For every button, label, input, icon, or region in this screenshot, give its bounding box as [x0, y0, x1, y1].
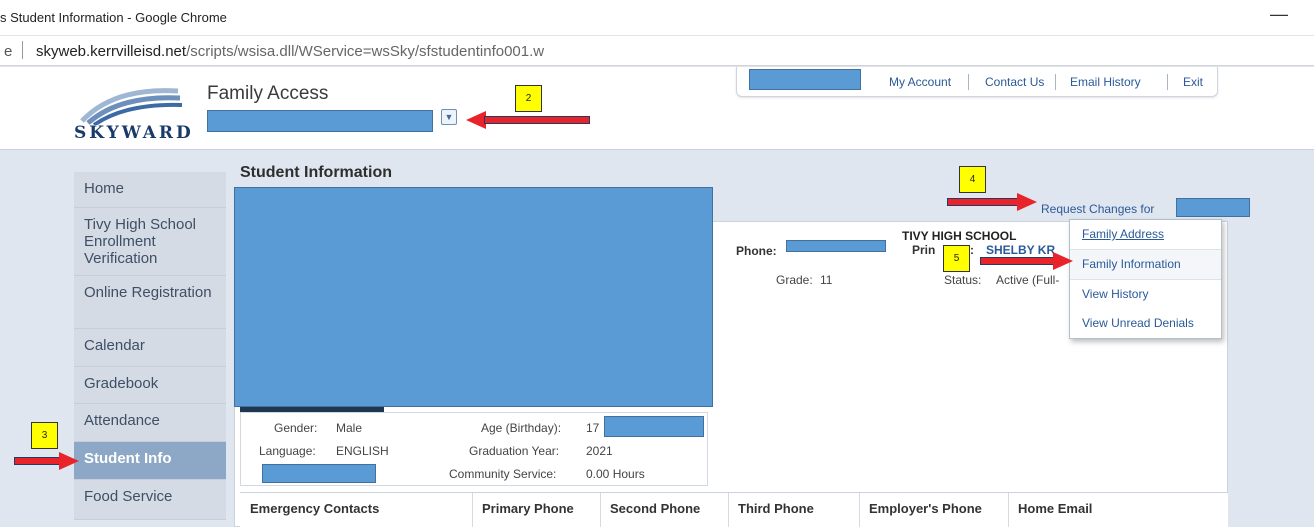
- redacted-user-name: [749, 69, 861, 90]
- menu-item-family-address[interactable]: Family Address: [1070, 220, 1221, 249]
- callout-badge: 4: [959, 166, 986, 193]
- graduation-year-value: 2021: [586, 444, 613, 458]
- skyward-swoosh-icon: [80, 88, 183, 127]
- address-bar-prefix: e: [4, 43, 13, 60]
- contact-us-link[interactable]: Contact Us: [985, 75, 1044, 89]
- sidebar-item-online-registration[interactable]: Online Registration: [74, 276, 226, 329]
- minimize-button[interactable]: —: [1270, 4, 1288, 25]
- emergency-contacts-table-header: Emergency Contacts Primary Phone Second …: [240, 492, 1228, 527]
- column-divider: [600, 493, 601, 527]
- window-title: s Student Information - Google Chrome: [0, 10, 227, 25]
- logo-wordmark: SKYWARD: [74, 123, 194, 143]
- nav-divider: [968, 74, 969, 90]
- column-header-primary-phone[interactable]: Primary Phone: [482, 501, 574, 516]
- column-header-second-phone[interactable]: Second Phone: [610, 501, 700, 516]
- sidebar-item-food-service[interactable]: Food Service: [74, 480, 226, 520]
- column-header-employers-phone[interactable]: Employer's Phone: [869, 501, 982, 516]
- address-divider: [22, 41, 23, 59]
- browser-title-bar: s Student Information - Google Chrome —: [0, 0, 1314, 36]
- status-label: Status:: [944, 273, 982, 287]
- redacted-request-name: [1176, 198, 1250, 217]
- age-value: 17: [586, 421, 600, 435]
- menu-item-view-unread-denials[interactable]: View Unread Denials: [1070, 309, 1221, 338]
- column-divider: [859, 493, 860, 527]
- community-service-label: Community Service:: [449, 467, 557, 481]
- sidebar-item-student-info[interactable]: Student Info: [74, 442, 226, 480]
- graduation-year-label: Graduation Year:: [469, 444, 560, 458]
- request-changes-link[interactable]: Request Changes for: [1041, 202, 1154, 216]
- sidebar-nav: Home Tivy High School Enrollment Verific…: [74, 172, 226, 520]
- column-divider: [1008, 493, 1009, 527]
- app-title: Family Access: [207, 83, 329, 104]
- arrow-left-icon: [466, 111, 590, 129]
- my-account-link[interactable]: My Account: [889, 75, 951, 89]
- menu-item-view-history[interactable]: View History: [1070, 280, 1221, 309]
- callout-badge: 3: [31, 422, 58, 449]
- community-service-value: 0.00 Hours: [586, 467, 645, 481]
- grade-value: 11: [820, 273, 833, 287]
- redacted-student-name: [207, 110, 433, 132]
- email-history-link[interactable]: Email History: [1070, 75, 1141, 89]
- url-host: skyweb.kerrvilleisd.net: [36, 43, 187, 60]
- status-value: Active (Full-: [996, 273, 1060, 287]
- sidebar-item-enrollment-verification[interactable]: Tivy High School Enrollment Verification: [74, 208, 226, 276]
- student-select-dropdown[interactable]: ▼: [441, 109, 457, 125]
- address-bar[interactable]: e skyweb.kerrvilleisd.net/scripts/wsisa.…: [0, 36, 1314, 66]
- sidebar-item-calendar[interactable]: Calendar: [74, 329, 226, 367]
- column-divider: [728, 493, 729, 527]
- redacted-phone: [786, 240, 886, 252]
- nav-divider: [1167, 74, 1168, 90]
- callout-badge: 2: [515, 85, 542, 112]
- sidebar-item-gradebook[interactable]: Gradebook: [74, 367, 226, 404]
- arrow-right-icon: [980, 252, 1073, 270]
- menu-item-family-information[interactable]: Family Information: [1070, 250, 1221, 279]
- page-title: Student Information: [240, 164, 392, 181]
- principal-label-prefix: Prin: [912, 243, 936, 257]
- phone-label: Phone:: [736, 244, 777, 258]
- column-header-emergency-contacts[interactable]: Emergency Contacts: [250, 501, 379, 516]
- column-header-home-email[interactable]: Home Email: [1018, 501, 1092, 516]
- column-divider: [472, 493, 473, 527]
- redacted-birthday: [604, 416, 704, 437]
- top-navigation: My Account Contact Us Email History Exit: [736, 67, 1218, 97]
- skyward-logo[interactable]: SKYWARD: [74, 81, 194, 143]
- url-path: /scripts/wsisa.dll/WService=wsSky/sfstud…: [186, 43, 545, 60]
- url-text[interactable]: skyweb.kerrvilleisd.net/scripts/wsisa.dl…: [36, 43, 544, 60]
- page-header: SKYWARD Family Access ▼ My Account Conta…: [0, 67, 1314, 150]
- age-label: Age (Birthday):: [481, 421, 562, 435]
- language-label: Language:: [259, 444, 316, 458]
- sidebar-item-attendance[interactable]: Attendance: [74, 404, 226, 442]
- callout-badge: 5: [943, 245, 970, 272]
- column-header-third-phone[interactable]: Third Phone: [738, 501, 814, 516]
- request-changes-label: Request Changes for: [1041, 202, 1155, 216]
- gender-label: Gender:: [274, 421, 318, 435]
- chevron-down-icon: ▼: [444, 112, 454, 122]
- gender-value: Male: [336, 421, 363, 435]
- school-name: TIVY HIGH SCHOOL: [902, 229, 1017, 243]
- principal-label-suffix: :: [970, 243, 974, 257]
- redacted-student-id: [262, 464, 376, 483]
- request-changes-menu: Family Address Family Information View H…: [1069, 219, 1222, 339]
- exit-link[interactable]: Exit: [1183, 75, 1203, 89]
- arrow-right-icon: [14, 452, 79, 470]
- sidebar-item-home[interactable]: Home: [74, 172, 226, 208]
- language-value: ENGLISH: [336, 444, 389, 458]
- arrow-right-icon: [947, 193, 1037, 211]
- nav-divider: [1055, 74, 1056, 90]
- redacted-student-photo-area: [234, 187, 713, 407]
- grade-label: Grade:: [776, 273, 813, 287]
